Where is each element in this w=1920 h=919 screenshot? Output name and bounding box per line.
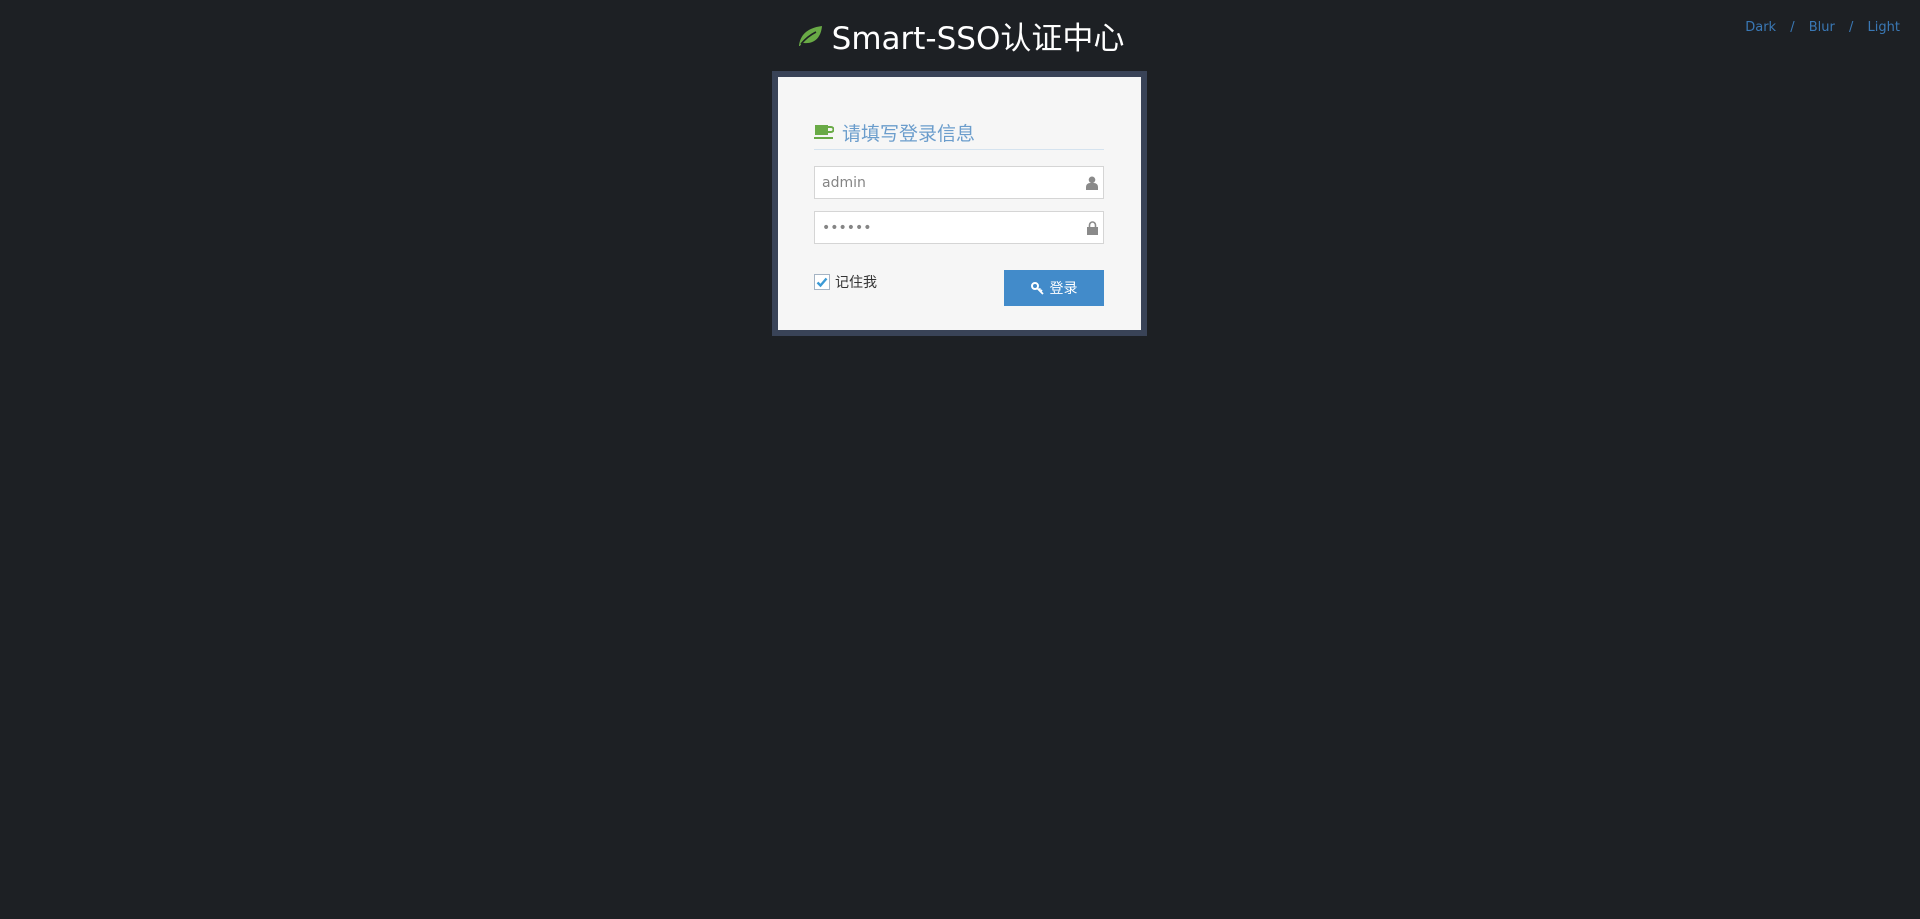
remember-label: 记住我 xyxy=(835,275,877,291)
remember-me[interactable]: 记住我 xyxy=(814,272,877,292)
coffee-icon xyxy=(814,124,834,140)
key-icon xyxy=(1030,281,1044,295)
password-input[interactable] xyxy=(815,212,1072,243)
username-field xyxy=(814,166,1104,199)
login-header-title: 请填写登录信息 xyxy=(842,122,976,145)
user-icon xyxy=(1086,175,1098,194)
brand-header: Smart-SSO认证中心 xyxy=(0,18,1920,62)
app-title: Smart-SSO认证中心 xyxy=(831,21,1125,57)
login-header: 请填写登录信息 xyxy=(814,115,1104,150)
leaf-icon xyxy=(796,17,824,59)
check-icon xyxy=(816,277,828,288)
username-input[interactable] xyxy=(815,167,1072,198)
remember-checkbox[interactable] xyxy=(814,274,830,290)
login-button[interactable]: 登录 xyxy=(1004,270,1104,306)
login-panel: 请填写登录信息 admin 记住我 登录 xyxy=(778,77,1141,330)
lock-icon xyxy=(1087,220,1098,239)
login-button-label: 登录 xyxy=(1049,281,1078,297)
password-field xyxy=(814,211,1104,244)
login-frame: 请填写登录信息 admin 记住我 登录 xyxy=(772,71,1147,336)
